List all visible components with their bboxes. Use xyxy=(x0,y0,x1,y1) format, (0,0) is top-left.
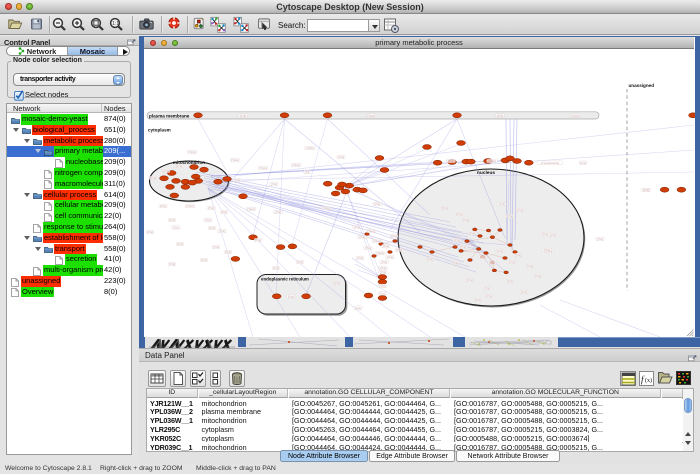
svg-text:(x): (x) xyxy=(645,377,652,384)
svg-text:[Yxx]: [Yxx] xyxy=(381,260,387,264)
svg-text:[Yxx]: [Yxx] xyxy=(507,279,513,283)
svg-text:[Yxxx]: [Yxxx] xyxy=(322,206,329,210)
svg-text:[Yxxx]: [Yxxx] xyxy=(231,158,238,162)
svg-text:[Yxx]: [Yxx] xyxy=(442,206,448,210)
svg-text:[Yxx]: [Yxx] xyxy=(489,261,495,265)
svg-text:[Yxx]: [Yxx] xyxy=(535,274,541,278)
svg-text:[Yxx]: [Yxx] xyxy=(597,237,603,241)
svg-text:[Yxx]: [Yxx] xyxy=(517,208,523,212)
svg-text:[Yxx]: [Yxx] xyxy=(396,248,402,252)
svg-text:[Yxx]: [Yxx] xyxy=(150,176,156,180)
svg-text:[Yxx]: [Yxx] xyxy=(275,210,281,214)
svg-text:[Yxx]: [Yxx] xyxy=(221,210,227,214)
svg-text:[Yxx]: [Yxx] xyxy=(499,202,505,206)
svg-text:[Yxxx]: [Yxxx] xyxy=(571,113,578,117)
svg-text:mitochondrion: mitochondrion xyxy=(173,160,205,165)
svg-text:[Yxxx]: [Yxxx] xyxy=(376,251,383,255)
svg-text:[Yxx]: [Yxx] xyxy=(427,257,433,261)
svg-text:[Yxx]: [Yxx] xyxy=(550,233,556,237)
svg-text:1:1: 1:1 xyxy=(112,21,119,27)
svg-text:[Yxx]: [Yxx] xyxy=(169,218,175,222)
svg-text:[Yxx]: [Yxx] xyxy=(240,113,246,117)
svg-text:[Yxx]: [Yxx] xyxy=(271,182,277,186)
svg-text:[Yxx]: [Yxx] xyxy=(463,218,469,222)
svg-text:[Yxx]: [Yxx] xyxy=(460,245,466,249)
svg-text:[Yxx]: [Yxx] xyxy=(452,261,458,265)
svg-text:[Yxxx]: [Yxxx] xyxy=(292,163,299,167)
svg-text:[Yxx]: [Yxx] xyxy=(475,298,481,302)
svg-text:nucleus: nucleus xyxy=(477,170,495,176)
svg-text:[Yxx]: [Yxx] xyxy=(273,266,279,270)
svg-text:[Yxx]: [Yxx] xyxy=(521,290,527,294)
svg-text:[Yxxx]: [Yxxx] xyxy=(488,159,495,163)
svg-text:[Yxx]: [Yxx] xyxy=(480,255,486,259)
svg-text:[Yxx]: [Yxx] xyxy=(219,229,225,233)
svg-text:[Yxxx]: [Yxxx] xyxy=(373,239,380,243)
svg-text:endoplasmic reticulum: endoplasmic reticulum xyxy=(261,277,309,282)
svg-text:cytoplasm: cytoplasm xyxy=(148,128,171,133)
svg-text:[Yxx]: [Yxx] xyxy=(469,231,475,235)
svg-text:[Yxx]: [Yxx] xyxy=(160,204,166,208)
svg-text:[Yxx]: [Yxx] xyxy=(509,260,515,264)
svg-text:[Yxx]: [Yxx] xyxy=(643,188,649,192)
svg-text:[Yxx]: [Yxx] xyxy=(454,238,460,242)
svg-text:[Yxx]: [Yxx] xyxy=(467,278,473,282)
svg-text:[Yxx]: [Yxx] xyxy=(374,202,380,206)
svg-text:[Yxx]: [Yxx] xyxy=(163,169,169,173)
svg-text:[Yxxx]: [Yxxx] xyxy=(367,229,374,233)
svg-text:[Yxx]: [Yxx] xyxy=(365,246,371,250)
svg-text:[Yxx]: [Yxx] xyxy=(169,262,175,266)
svg-text:[Yxxx]: [Yxxx] xyxy=(247,207,254,211)
svg-text:[Yxx]: [Yxx] xyxy=(213,245,219,249)
svg-text:[Yxx]: [Yxx] xyxy=(542,232,548,236)
svg-text:[Yxxx]: [Yxxx] xyxy=(188,150,195,154)
svg-text:[Yxx]: [Yxx] xyxy=(391,234,397,238)
svg-text:[Yxx]: [Yxx] xyxy=(544,248,550,252)
svg-text:[Yxxx]: [Yxxx] xyxy=(306,146,313,150)
svg-text:[Yxx]: [Yxx] xyxy=(201,258,207,262)
svg-text:[Yxxx]: [Yxxx] xyxy=(259,166,266,170)
svg-text:[Yxx]: [Yxx] xyxy=(297,260,303,264)
svg-text:[Yxxx]: [Yxxx] xyxy=(186,204,193,208)
svg-text:[Yxx]: [Yxx] xyxy=(357,256,363,260)
svg-text:[Yxx]: [Yxx] xyxy=(338,155,344,159)
svg-text:[Yxx]: [Yxx] xyxy=(497,249,503,253)
svg-text:[Yxxx]: [Yxxx] xyxy=(367,113,374,117)
svg-text:[Yxx]: [Yxx] xyxy=(484,286,490,290)
svg-text:[Yxx]: [Yxx] xyxy=(497,113,503,117)
svg-text:[Yxx]: [Yxx] xyxy=(380,284,386,288)
svg-text:[Yxx]: [Yxx] xyxy=(448,159,454,163)
svg-text:[Yx]: [Yx] xyxy=(305,170,310,174)
svg-text:[Yxx]: [Yxx] xyxy=(355,306,361,310)
svg-text:[Yxx]: [Yxx] xyxy=(255,238,261,242)
svg-text:[Yxx]: [Yxx] xyxy=(147,230,153,234)
svg-text:[Yxx]: [Yxx] xyxy=(208,206,214,210)
svg-text:[Yxx]: [Yxx] xyxy=(288,294,294,298)
svg-text:plasma membrane: plasma membrane xyxy=(149,114,190,119)
svg-text:[Yxx]: [Yxx] xyxy=(507,214,513,218)
svg-text:[Yxx]: [Yxx] xyxy=(359,235,365,239)
svg-text:[Yxx]: [Yxx] xyxy=(380,266,386,270)
svg-text:[Yxx]: [Yxx] xyxy=(486,294,492,298)
svg-text:[Yxx]: [Yxx] xyxy=(383,244,389,248)
svg-text:[Yxx]: [Yxx] xyxy=(209,226,215,230)
svg-text:[Yxx]: [Yxx] xyxy=(177,242,183,246)
svg-text:unassigned: unassigned xyxy=(629,83,655,88)
svg-text:[Yxx]: [Yxx] xyxy=(205,218,211,222)
svg-text:[Yxx]: [Yxx] xyxy=(225,250,231,254)
svg-text:[Yxx]: [Yxx] xyxy=(354,225,360,229)
svg-text:[Yxx]: [Yxx] xyxy=(387,255,393,259)
svg-text:[Yxx]: [Yxx] xyxy=(580,161,586,165)
svg-text:[Yxx]: [Yxx] xyxy=(234,178,240,182)
svg-text:[Yxx]: [Yxx] xyxy=(380,270,386,274)
svg-text:[Yxx]: [Yxx] xyxy=(334,281,340,285)
svg-text:[Yxx]: [Yxx] xyxy=(515,253,521,257)
svg-text:[Yxx]: [Yxx] xyxy=(173,226,179,230)
svg-text:[Yxx]: [Yxx] xyxy=(380,292,386,296)
svg-text:[Yxx]: [Yxx] xyxy=(527,264,533,268)
svg-text:[Yxxxxxxxxxxx]: [Yxxxxxxxxxxx] xyxy=(541,161,559,165)
svg-text:[Yxx]: [Yxx] xyxy=(456,212,462,216)
